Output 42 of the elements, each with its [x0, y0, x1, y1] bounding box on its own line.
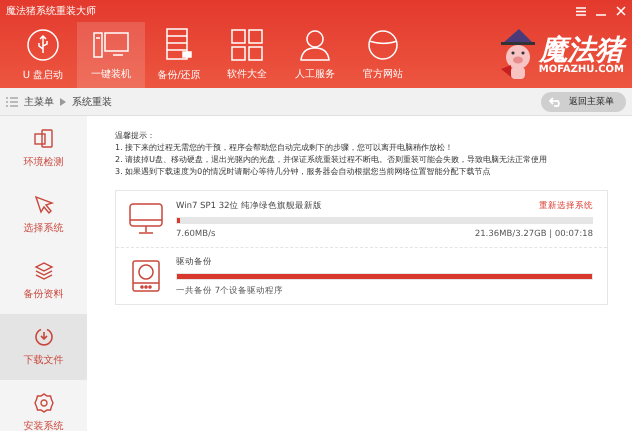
person-icon [300, 29, 330, 61]
reselect-link[interactable]: 重新选择系统 [539, 200, 593, 212]
nav-tab[interactable]: 备份/还原 [145, 22, 213, 88]
tips-heading: 温馨提示： [115, 130, 156, 142]
document-icon [166, 28, 192, 62]
chevron-icon [60, 98, 66, 106]
usb-icon [26, 28, 60, 62]
breadcrumb-item[interactable]: 主菜单 [24, 94, 54, 108]
back-button[interactable]: 返回主菜单 [541, 92, 626, 112]
size-and-time-text: 21.36MB/3.27GB | 00:07:18 [474, 228, 593, 238]
menu-icon[interactable] [576, 6, 586, 16]
list-icon [6, 96, 18, 106]
nav-tab[interactable]: 人工服务 [281, 22, 349, 88]
globe-icon [366, 29, 400, 61]
task-title: 驱动备份 [176, 256, 212, 268]
sidebar-item[interactable]: 备份资料 [0, 248, 87, 314]
gear-icon [34, 393, 54, 413]
monitor-icon [129, 203, 163, 235]
cursor-icon [34, 195, 54, 215]
nav-tab[interactable]: 软件大全 [213, 22, 281, 88]
download-icon [34, 327, 54, 347]
sidebar-item[interactable]: 安装系统 [0, 380, 87, 431]
nav-tab[interactable]: 一键装机 [77, 22, 145, 88]
tip-text: 2. 请拔掉U盘、移动硬盘，退出光驱内的光盘，并保证系统重装过程不断电。否则重装可能会失败，导致电脑无法正常使用 [115, 154, 548, 166]
nav-tab[interactable]: U 盘启动 [9, 22, 77, 88]
drive-icon [132, 260, 160, 292]
sidebar-item[interactable]: 下载文件 [0, 314, 87, 380]
breadcrumb-item: 系统重装 [72, 96, 112, 108]
tip-text: 3. 如果遇到下载速度为0的情况时请耐心等待几分钟，服务器会自动根据您当前网络位置智能分配下载节点 [115, 166, 492, 178]
nav-tab[interactable]: 官方网站 [349, 22, 417, 88]
task-status: 7.60MB/s [176, 228, 216, 238]
devices-icon [34, 129, 54, 149]
sidebar-item[interactable]: 选择系统 [0, 182, 87, 248]
sidebar-item[interactable]: 环境检测 [0, 116, 87, 182]
tip-text: 1. 接下来的过程无需您的干预，程序会帮助您自动完成剩下的步骤，您可以离开电脑稍作放松！ [115, 142, 454, 154]
logo-url: MOFAZHU.COM [538, 64, 624, 74]
close-icon[interactable] [616, 6, 626, 16]
grid-icon [231, 29, 263, 61]
task-status: 一共备份 7个设备驱动程序 [176, 284, 284, 296]
task-title: Win7 SP1 32位 纯净绿色旗舰最新版 [176, 200, 322, 212]
window-title: 魔法猪系统重装大师 [6, 4, 96, 18]
layers-icon [34, 261, 54, 281]
